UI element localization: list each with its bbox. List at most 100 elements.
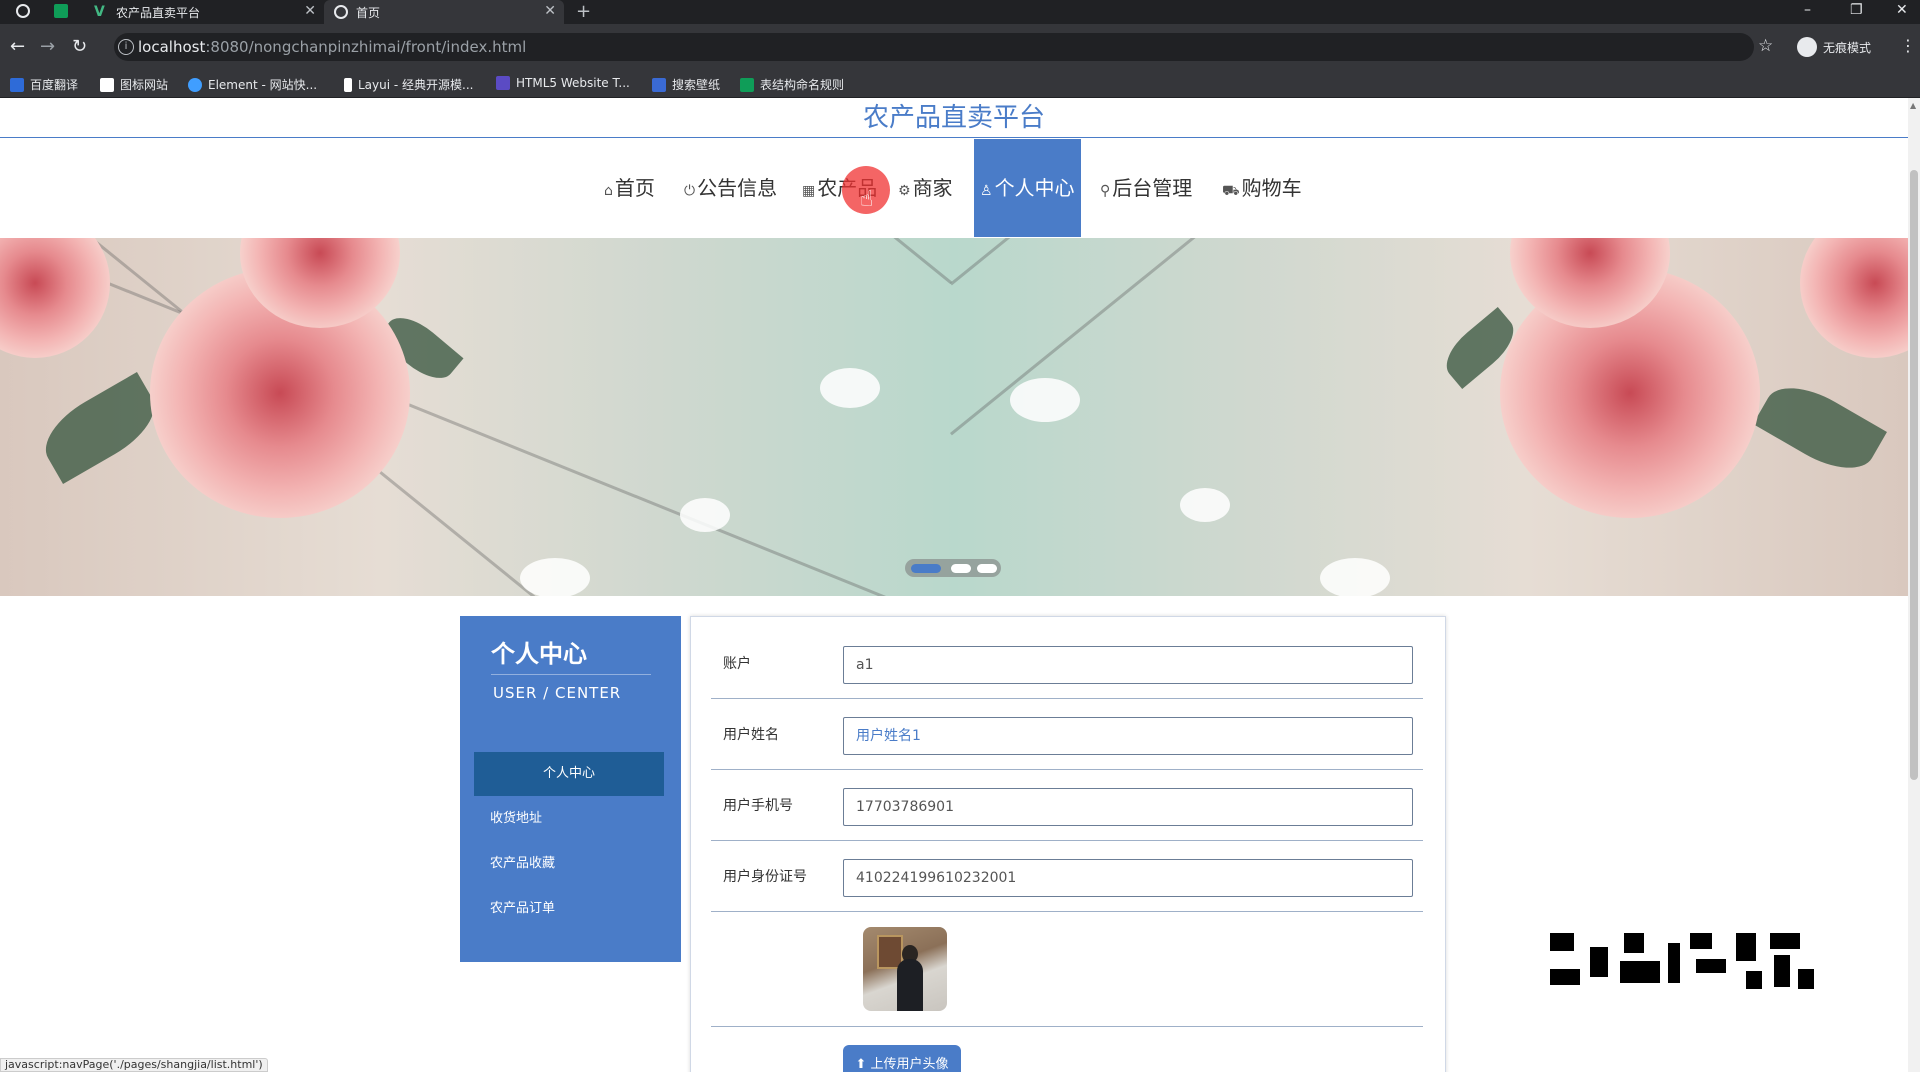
nav-label: 首页: [614, 176, 655, 200]
nav-label: 公告信息: [697, 176, 778, 200]
form-row-account: 账户 a1: [711, 629, 1423, 699]
browser-globe-icon: [16, 4, 30, 18]
status-bar-url: javascript:navPage('./pages/shangjia/lis…: [0, 1058, 268, 1072]
minimize-icon[interactable]: –: [1804, 2, 1811, 18]
pinned-tab-icon[interactable]: [54, 4, 68, 18]
tab-title: 首页: [356, 5, 381, 20]
restore-icon[interactable]: ❐: [1850, 2, 1863, 18]
bookmark-star-icon[interactable]: ☆: [1758, 36, 1773, 56]
forward-icon[interactable]: →: [40, 36, 55, 57]
close-window-icon[interactable]: ✕: [1896, 2, 1908, 18]
url-host: localhost: [138, 38, 206, 56]
banner-rose: [0, 238, 110, 358]
tab-product-platform[interactable]: V 农产品直卖平台 ✕: [84, 0, 324, 24]
idcard-input[interactable]: 410224199610232001: [843, 859, 1413, 897]
hand-cursor-icon: ☝: [860, 187, 874, 212]
tab-close-icon[interactable]: ✕: [544, 3, 556, 19]
tab-title: 农产品直卖平台: [116, 5, 201, 20]
bookmark-item[interactable]: HTML5 Website T...: [496, 76, 630, 90]
incognito-indicator[interactable]: 无痕模式: [1797, 37, 1871, 57]
upload-icon: ⬆: [855, 1057, 871, 1072]
upload-avatar-button[interactable]: ⬆ 上传用户头像: [843, 1045, 961, 1072]
qr-block: [1746, 971, 1762, 989]
avatar-person: [897, 959, 923, 1011]
vue-logo-icon: V: [94, 4, 105, 20]
nav-label: 购物车: [1241, 176, 1302, 200]
sidebar-divider: [491, 674, 651, 675]
user-icon: ♙: [980, 183, 993, 199]
new-tab-button[interactable]: +: [576, 1, 591, 22]
url-path: :8080/nongchanpinzhimai/front/index.html: [205, 38, 527, 56]
bookmark-item[interactable]: 图标网站: [100, 76, 168, 93]
back-icon[interactable]: ←: [10, 36, 25, 57]
nav-label: 个人中心: [994, 176, 1075, 200]
qr-code-overlay: [1550, 933, 1814, 1003]
qr-block: [1620, 961, 1660, 983]
nav-user-center[interactable]: ♙ 个人中心: [974, 139, 1081, 237]
form-row-phone: 用户手机号 17703786901: [711, 771, 1423, 841]
power-icon: ⏻: [684, 183, 696, 199]
scrollbar-thumb[interactable]: [1910, 170, 1918, 780]
qr-block: [1696, 959, 1726, 973]
form-row-avatar: [711, 913, 1423, 1027]
account-label: 账户: [723, 656, 751, 672]
bookmark-item[interactable]: 搜索壁纸: [652, 76, 720, 93]
tab-home[interactable]: 首页 ✕: [324, 0, 564, 24]
nav-merchants[interactable]: ⚙ 商家: [898, 139, 953, 237]
bookmark-item[interactable]: 百度翻译: [10, 76, 78, 93]
carousel-dot-2[interactable]: [951, 564, 971, 573]
qr-block: [1550, 969, 1580, 985]
name-input[interactable]: 用户姓名1: [843, 717, 1413, 755]
bookmark-item[interactable]: 表结构命名规则: [740, 76, 844, 93]
sidebar-item-orders[interactable]: 农产品订单: [474, 887, 664, 931]
bookmark-icon: [344, 77, 352, 92]
account-input[interactable]: a1: [843, 646, 1413, 684]
nav-notices[interactable]: ⏻ 公告信息: [684, 139, 777, 237]
reload-icon[interactable]: ↻: [72, 36, 87, 57]
nav-label: 商家: [912, 176, 953, 200]
bookmark-item[interactable]: Element - 网站快...: [188, 76, 317, 93]
sidebar-item-user-center[interactable]: 个人中心: [474, 752, 664, 796]
cart-icon: ⛟: [1222, 183, 1240, 199]
incognito-icon: [1797, 37, 1817, 57]
site-title: 农产品直卖平台: [0, 98, 1908, 138]
bookmark-icon: [100, 77, 114, 92]
link-icon: ⚲: [1100, 183, 1111, 199]
qr-block: [1798, 969, 1814, 989]
banner-carousel[interactable]: [0, 238, 1908, 596]
scroll-up-arrow-icon[interactable]: ▲: [1910, 101, 1916, 110]
url-field[interactable]: i localhost:8080/nongchanpinzhimai/front…: [114, 33, 1754, 61]
form-row-idcard: 用户身份证号 410224199610232001: [711, 842, 1423, 912]
banner-leaf: [33, 372, 167, 484]
page-scrollbar[interactable]: ▲: [1908, 98, 1920, 1072]
bookmark-icon: [188, 77, 202, 92]
bookmark-icon: [496, 76, 510, 90]
banner-petal: [1180, 488, 1230, 522]
phone-label: 用户手机号: [723, 798, 793, 814]
carousel-indicators: [905, 559, 1001, 577]
bookmark-icon: [740, 77, 754, 92]
banner-petal: [820, 368, 880, 408]
carousel-dot-1[interactable]: [911, 564, 941, 573]
upload-label: 上传用户头像: [870, 1057, 949, 1072]
bookmark-label: 百度翻译: [30, 78, 79, 92]
sidebar-item-address[interactable]: 收货地址: [474, 797, 664, 841]
bookmark-label: 搜索壁纸: [672, 78, 721, 92]
qr-block: [1774, 955, 1790, 987]
gear-icon: ⚙: [898, 183, 911, 199]
globe-icon: [334, 5, 348, 19]
phone-input[interactable]: 17703786901: [843, 788, 1413, 826]
bookmark-label: 图标网站: [120, 78, 169, 92]
bookmark-label: Layui - 经典开源模...: [358, 78, 474, 92]
nav-cart[interactable]: ⛟ 购物车: [1222, 139, 1302, 237]
site-info-icon[interactable]: i: [118, 39, 134, 55]
tab-close-icon[interactable]: ✕: [304, 3, 316, 19]
nav-admin[interactable]: ⚲ 后台管理: [1100, 139, 1192, 237]
browser-menu-icon[interactable]: ⋮: [1900, 36, 1916, 55]
carousel-dot-3[interactable]: [977, 564, 997, 573]
incognito-label: 无痕模式: [1823, 40, 1872, 55]
bookmark-item[interactable]: Layui - 经典开源模...: [344, 76, 473, 93]
nav-home[interactable]: ⌂ 首页: [604, 139, 655, 237]
qr-block: [1550, 933, 1574, 951]
sidebar-item-favorites[interactable]: 农产品收藏: [474, 842, 664, 886]
